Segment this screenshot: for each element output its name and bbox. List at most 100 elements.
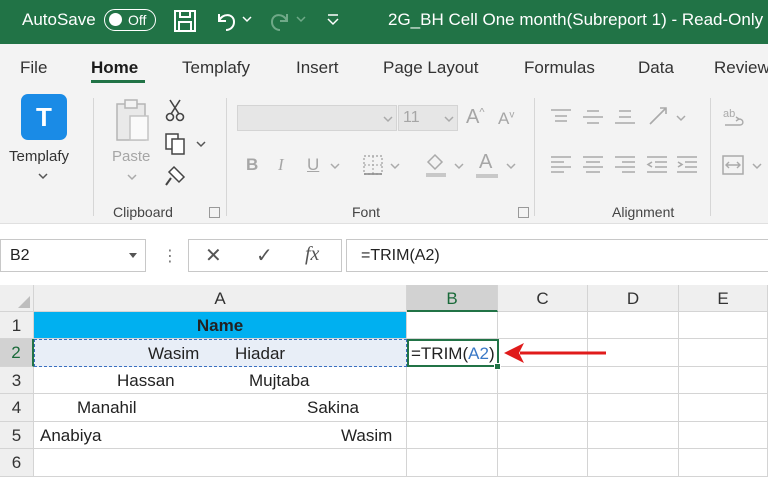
cell-a4[interactable]: Manahil Sakina (34, 394, 407, 422)
cell-a2[interactable]: Wasim Hiadar (34, 339, 407, 367)
increase-indent-icon[interactable] (676, 155, 698, 175)
underline-dropdown-icon[interactable] (330, 162, 340, 170)
tab-review[interactable]: Review (714, 58, 768, 78)
cell-b1[interactable] (407, 312, 498, 339)
bottom-align-icon[interactable] (614, 108, 636, 126)
cell-e1[interactable] (679, 312, 768, 339)
tab-file[interactable]: File (20, 58, 47, 78)
tab-templafy[interactable]: Templafy (182, 58, 250, 78)
undo-dropdown-icon[interactable] (242, 14, 252, 24)
row-header-4[interactable]: 4 (0, 394, 34, 422)
fill-handle[interactable] (494, 363, 501, 370)
fill-color-dropdown-icon[interactable] (454, 162, 464, 170)
orientation-dropdown-icon[interactable] (676, 114, 686, 122)
italic-button[interactable]: I (278, 155, 284, 175)
confirm-entry-button[interactable]: ✓ (256, 243, 273, 268)
paste-label[interactable]: Paste (112, 148, 150, 165)
fill-color-icon[interactable] (424, 152, 448, 178)
cell-b5[interactable] (407, 422, 498, 449)
bold-button[interactable]: B (246, 155, 258, 175)
align-left-icon[interactable] (550, 155, 572, 175)
cell-b4[interactable] (407, 394, 498, 422)
tab-page-layout[interactable]: Page Layout (383, 58, 478, 78)
name-box[interactable]: B2 (0, 239, 146, 272)
cell-c6[interactable] (498, 449, 588, 477)
cell-e3[interactable] (679, 367, 768, 394)
templafy-button-label[interactable]: Templafy (9, 148, 69, 165)
cell-a1[interactable]: Name (34, 312, 407, 339)
customize-toolbar-icon[interactable] (326, 13, 340, 27)
font-color-icon[interactable]: A (479, 151, 492, 174)
row-header-6[interactable]: 6 (0, 449, 34, 477)
cut-icon[interactable] (164, 98, 186, 122)
cell-d6[interactable] (588, 449, 679, 477)
row-header-3[interactable]: 3 (0, 367, 34, 394)
tab-data[interactable]: Data (638, 58, 674, 78)
cell-e2[interactable] (679, 339, 768, 367)
cell-a3[interactable]: Hassan Mujtaba (34, 367, 407, 394)
cell-e6[interactable] (679, 449, 768, 477)
orientation-icon[interactable] (646, 104, 670, 128)
column-header-c[interactable]: C (498, 285, 588, 312)
borders-icon[interactable] (362, 154, 384, 176)
undo-icon[interactable] (212, 8, 240, 34)
decrease-indent-icon[interactable] (646, 155, 668, 175)
underline-button[interactable]: U (307, 155, 319, 175)
wrap-text-icon[interactable]: ab (722, 106, 746, 132)
formula-bar-resize-icon[interactable]: ⋮ (162, 246, 178, 266)
row-header-1[interactable]: 1 (0, 312, 34, 339)
font-color-dropdown-icon[interactable] (506, 162, 516, 170)
cell-d1[interactable] (588, 312, 679, 339)
cell-d4[interactable] (588, 394, 679, 422)
cell-b3[interactable] (407, 367, 498, 394)
align-right-icon[interactable] (614, 155, 636, 175)
select-all-corner[interactable] (0, 285, 34, 312)
column-header-a[interactable]: A (34, 285, 407, 312)
row-header-5[interactable]: 5 (0, 422, 34, 449)
merge-dropdown-icon[interactable] (752, 162, 762, 170)
format-painter-icon[interactable] (164, 164, 188, 188)
cell-d3[interactable] (588, 367, 679, 394)
cell-e4[interactable] (679, 394, 768, 422)
paste-dropdown-icon[interactable] (127, 173, 137, 181)
font-size-dropdown-icon[interactable] (444, 115, 454, 123)
merge-center-icon[interactable] (722, 154, 744, 176)
name-box-dropdown-icon[interactable] (129, 253, 137, 258)
clipboard-launcher-icon[interactable] (209, 207, 220, 218)
top-align-icon[interactable] (550, 108, 572, 126)
paste-icon[interactable] (112, 98, 152, 144)
templafy-logo-icon[interactable]: T (21, 94, 67, 140)
column-header-e[interactable]: E (679, 285, 768, 312)
font-name-box[interactable] (237, 105, 397, 131)
cell-d5[interactable] (588, 422, 679, 449)
cell-b6[interactable] (407, 449, 498, 477)
formula-input[interactable]: =TRIM(A2) (346, 239, 768, 272)
font-size-box[interactable]: 11 (398, 105, 458, 131)
tab-formulas[interactable]: Formulas (524, 58, 595, 78)
decrease-font-size-icon[interactable]: Av (498, 109, 514, 129)
cancel-entry-button[interactable]: ✕ (205, 243, 222, 268)
middle-align-icon[interactable] (582, 108, 604, 126)
templafy-dropdown-icon[interactable] (38, 172, 48, 180)
borders-dropdown-icon[interactable] (390, 162, 400, 170)
increase-font-size-icon[interactable]: A^ (466, 106, 485, 129)
copy-dropdown-icon[interactable] (196, 140, 206, 148)
row-header-2[interactable]: 2 (0, 339, 34, 367)
cell-a5[interactable]: Anabiya Wasim (34, 422, 407, 449)
align-center-icon[interactable] (582, 155, 604, 175)
save-icon[interactable] (172, 8, 198, 34)
cell-a6[interactable] (34, 449, 407, 477)
cell-c4[interactable] (498, 394, 588, 422)
font-dropdown-icon[interactable] (383, 115, 393, 123)
cell-b2-active[interactable]: =TRIM(A2) (407, 339, 499, 367)
insert-function-button[interactable]: fx (305, 243, 319, 266)
copy-icon[interactable] (164, 132, 188, 156)
cell-c1[interactable] (498, 312, 588, 339)
cell-e5[interactable] (679, 422, 768, 449)
tab-home[interactable]: Home (91, 58, 138, 78)
column-header-d[interactable]: D (588, 285, 679, 312)
cell-c3[interactable] (498, 367, 588, 394)
column-header-b[interactable]: B (407, 285, 498, 312)
tab-insert[interactable]: Insert (296, 58, 339, 78)
cell-c5[interactable] (498, 422, 588, 449)
